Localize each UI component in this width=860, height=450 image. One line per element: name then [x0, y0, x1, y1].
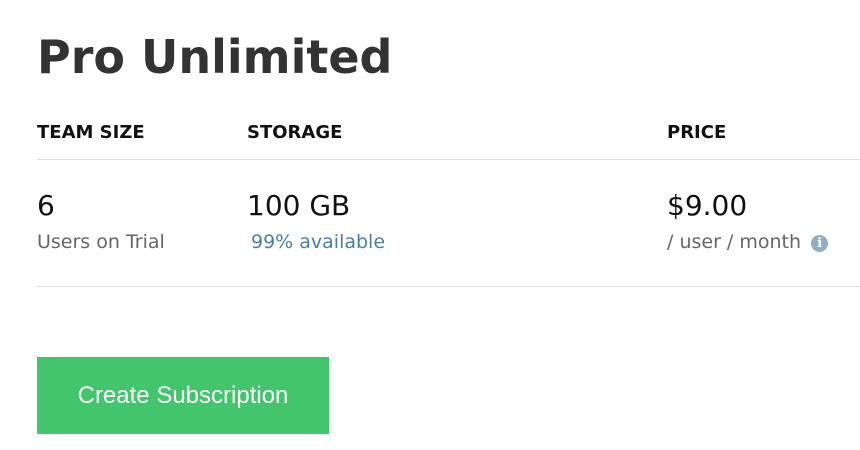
price-header: PRICE: [667, 122, 727, 143]
storage-header: STORAGE: [247, 122, 343, 143]
create-subscription-button[interactable]: Create Subscription: [37, 357, 329, 434]
price-value: $9.00: [667, 189, 748, 222]
storage-value: 100 GB: [247, 189, 351, 222]
team-size-label: Users on Trial: [37, 231, 165, 253]
storage-available-link[interactable]: 99% available: [251, 229, 385, 255]
table-header-row: TEAM SIZE STORAGE PRICE: [37, 122, 860, 160]
price-unit: / user / month: [667, 231, 802, 253]
plan-title: Pro Unlimited: [37, 30, 393, 84]
team-size-value: 6: [37, 189, 55, 222]
table-value-row: 6 Users on Trial 100 GB 99% available $9…: [37, 160, 860, 287]
team-size-header: TEAM SIZE: [37, 122, 145, 143]
team-size-cell: 6 Users on Trial: [37, 188, 165, 255]
price-cell: $9.00 / user / month i: [667, 188, 829, 255]
storage-cell: 100 GB 99% available: [247, 188, 385, 255]
info-icon[interactable]: i: [811, 235, 829, 252]
price-unit-line: / user / month i: [667, 229, 829, 255]
